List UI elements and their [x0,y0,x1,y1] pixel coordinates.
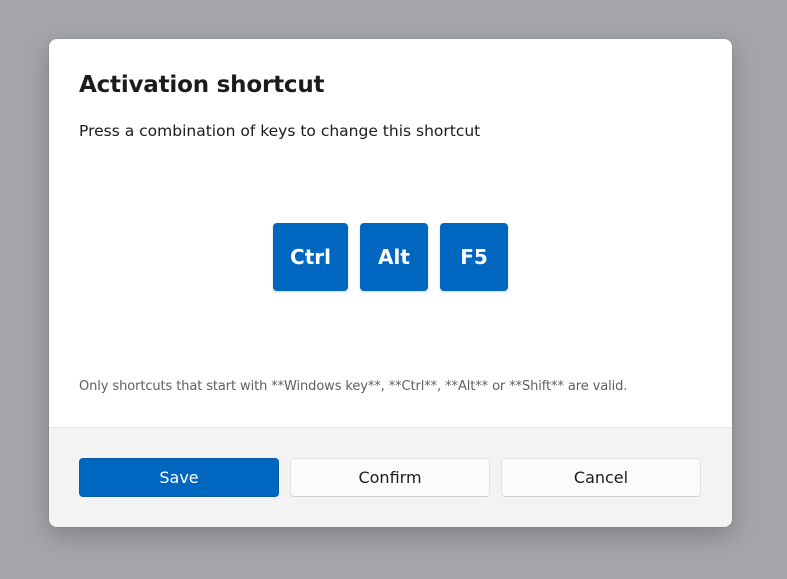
shortcut-keys: Ctrl Alt F5 [273,223,508,291]
dialog-title: Activation shortcut [79,72,325,98]
validity-note: Only shortcuts that start with **Windows… [79,379,628,394]
key-f5: F5 [440,223,508,291]
key-ctrl: Ctrl [273,223,348,291]
dialog-footer: Save Confirm Cancel [49,427,732,527]
save-button[interactable]: Save [79,458,279,497]
cancel-button[interactable]: Cancel [501,458,701,497]
dialog-subtitle: Press a combination of keys to change th… [79,122,481,140]
activation-shortcut-dialog: Activation shortcut Press a combination … [49,39,732,527]
key-alt: Alt [360,223,428,291]
confirm-button[interactable]: Confirm [290,458,490,497]
dialog-content: Activation shortcut Press a combination … [49,39,732,427]
